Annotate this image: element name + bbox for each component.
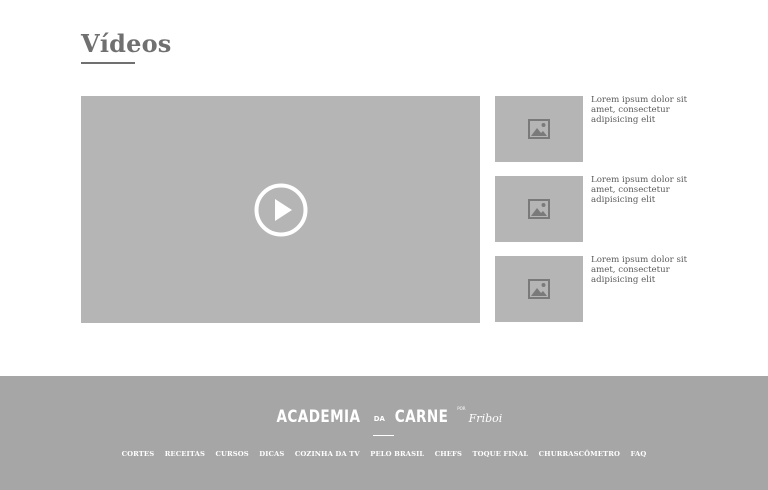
video-thumbnail-1[interactable]: [495, 96, 583, 162]
main-video-player[interactable]: [81, 96, 480, 323]
play-icon[interactable]: [254, 183, 308, 237]
footer-link-chefs[interactable]: CHEFS: [435, 450, 462, 458]
footer-link-dicas[interactable]: DICAS: [259, 450, 284, 458]
footer-link-receitas[interactable]: RECEITAS: [165, 450, 205, 458]
footer-link-cozinha-da-tv[interactable]: COZINHA DA TV: [295, 450, 360, 458]
image-placeholder-icon: [528, 119, 550, 139]
footer-logo[interactable]: ACADEMIA DA CARNE POR Friboi: [0, 406, 768, 427]
logo-word-carne: CARNE: [394, 407, 449, 427]
footer-link-churrascometro[interactable]: CHURRASCÔMETRO: [539, 450, 620, 458]
footer-link-faq[interactable]: FAQ: [630, 450, 646, 458]
image-placeholder-icon: [528, 279, 550, 299]
title-underline: [81, 62, 135, 64]
video-description-3[interactable]: Lorem ipsum dolor sit amet, consectetur …: [591, 255, 701, 285]
footer-link-cortes[interactable]: CORTES: [122, 450, 155, 458]
site-footer: ACADEMIA DA CARNE POR Friboi CORTES RECE…: [0, 376, 768, 490]
footer-link-pelo-brasil[interactable]: PELO BRASIL: [370, 450, 424, 458]
logo-word-academia: ACADEMIA: [276, 407, 361, 427]
video-thumbnail-2[interactable]: [495, 176, 583, 242]
page-title: Vídeos: [81, 29, 172, 58]
video-thumbnail-3[interactable]: [495, 256, 583, 322]
logo-by: POR: [457, 406, 466, 411]
logo-connector: DA: [373, 415, 385, 423]
video-description-1[interactable]: Lorem ipsum dolor sit amet, consectetur …: [591, 95, 701, 125]
footer-link-toque-final[interactable]: TOQUE FINAL: [472, 450, 528, 458]
logo-signature: Friboi: [468, 412, 503, 425]
footer-nav: CORTES RECEITAS CURSOS DICAS COZINHA DA …: [0, 450, 768, 458]
logo-underline: [373, 435, 394, 436]
image-placeholder-icon: [528, 199, 550, 219]
video-description-2[interactable]: Lorem ipsum dolor sit amet, consectetur …: [591, 175, 701, 205]
footer-link-cursos[interactable]: CURSOS: [215, 450, 248, 458]
